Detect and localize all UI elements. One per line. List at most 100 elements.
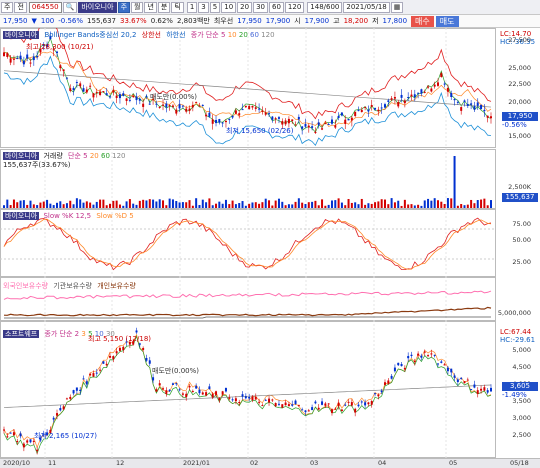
interval-buttons: 1 3 5 10 20 30 60 120	[186, 1, 305, 13]
candle-body	[483, 387, 486, 391]
volume-bar	[364, 204, 367, 208]
interval-button[interactable]: 60	[269, 1, 284, 13]
x-axis-label: 04	[378, 459, 387, 467]
candle-body	[59, 65, 62, 69]
interval-button[interactable]: 10	[221, 1, 237, 13]
volume-bar	[456, 205, 459, 208]
candle-body	[26, 440, 29, 443]
candle-body	[181, 105, 184, 107]
candle-body	[22, 443, 25, 448]
candle-body	[476, 390, 479, 394]
down-arrow-icon: ▼	[31, 17, 37, 25]
search-icon[interactable]: 🔍	[62, 1, 78, 13]
volume-bar	[89, 202, 92, 208]
legend-individual: 개인보유수량	[97, 282, 136, 290]
volume-bar	[301, 202, 304, 208]
volume-bar	[367, 203, 370, 208]
volume-bar	[473, 203, 476, 208]
candle-body	[205, 114, 208, 117]
candle-body	[165, 390, 168, 394]
x-axis-label: 11	[48, 459, 57, 467]
candle-body	[417, 92, 420, 94]
candle-body	[284, 402, 287, 406]
interval-button[interactable]: 1	[186, 1, 198, 13]
candle-body	[89, 373, 92, 376]
volume-bar	[152, 199, 155, 208]
period-week-button[interactable]: 월	[131, 1, 144, 13]
volume-bar	[393, 202, 396, 208]
candle-body	[486, 390, 489, 393]
candle-body	[410, 94, 413, 97]
buy-button[interactable]: 매수	[411, 15, 434, 27]
candle-body	[327, 123, 330, 125]
candle-body	[241, 109, 244, 111]
interval-button[interactable]: 20	[237, 1, 253, 13]
candle-body	[397, 102, 400, 107]
candle-body	[407, 97, 410, 99]
candle-body	[244, 105, 247, 108]
chart-canvas[interactable]	[0, 13, 540, 458]
candle-body	[360, 401, 363, 403]
period-month-button[interactable]: 년	[144, 1, 157, 13]
candle-body	[251, 105, 254, 108]
count-field[interactable]: 148/600	[307, 1, 343, 13]
candle-body	[314, 131, 317, 133]
volume-bar	[19, 200, 22, 208]
volume-bar	[29, 200, 32, 208]
amount-value: 2,803백만	[176, 17, 210, 25]
menu-button[interactable]: 주	[1, 1, 14, 13]
candle-body	[215, 119, 218, 124]
low-label: 저	[372, 17, 379, 25]
candle-body	[99, 91, 102, 95]
candle-body	[234, 398, 237, 402]
candle-body	[201, 392, 204, 395]
candle-body	[145, 357, 148, 361]
volume-bar	[466, 204, 469, 208]
candle-body	[75, 387, 78, 391]
candle-body	[19, 55, 22, 60]
candle-body	[9, 432, 12, 434]
x-axis-label: 05/18	[510, 459, 529, 467]
candle-body	[218, 119, 221, 123]
period-tick-button[interactable]: 틱	[171, 1, 184, 13]
candle-body	[304, 124, 307, 127]
interval-button[interactable]: 120	[284, 1, 305, 13]
volume-bar	[59, 201, 62, 208]
candle-body	[251, 396, 254, 401]
current-price: 17,950	[3, 17, 28, 25]
candle-body	[248, 396, 251, 399]
interval-button[interactable]: 5	[209, 1, 221, 13]
period-minute-button[interactable]: 분	[157, 1, 171, 13]
candle-body	[191, 104, 194, 108]
axis-label: 5,000	[512, 346, 531, 354]
candle-body	[443, 364, 446, 366]
candle-body	[224, 120, 227, 123]
axis-label: 3,000	[512, 414, 531, 422]
interval-button[interactable]: 30	[253, 1, 268, 13]
legend-upper-band: 상한선	[141, 31, 161, 39]
candle-body	[29, 439, 32, 443]
candle-body	[480, 104, 483, 110]
stock-code-input[interactable]: 064550	[28, 1, 62, 13]
axis-label: 2,500	[512, 431, 531, 439]
candle-body	[79, 389, 82, 391]
candle-body	[178, 104, 181, 109]
sell-button[interactable]: 매도	[435, 15, 459, 27]
menu-button-2[interactable]: 전	[14, 1, 27, 13]
high-label: 고	[333, 17, 340, 25]
volume-bar	[9, 205, 12, 208]
candle-body	[311, 407, 314, 411]
candle-body	[221, 122, 224, 124]
volume-bar	[307, 202, 310, 208]
period-day-button[interactable]: 주	[117, 1, 131, 13]
chart-area[interactable]: 바이오니아 Bollinger Bands중심선 20,2 상한선 하한선 종가…	[0, 13, 540, 458]
candle-body	[9, 58, 12, 63]
date-field[interactable]: 2021/05/18	[343, 1, 390, 13]
interval-button[interactable]: 3	[198, 1, 209, 13]
candle-body	[423, 351, 426, 353]
candle-body	[324, 123, 327, 125]
calendar-icon[interactable]: ▦	[390, 1, 404, 13]
candle-body	[383, 382, 386, 385]
candle-body	[476, 102, 479, 106]
candle-body	[195, 102, 198, 104]
